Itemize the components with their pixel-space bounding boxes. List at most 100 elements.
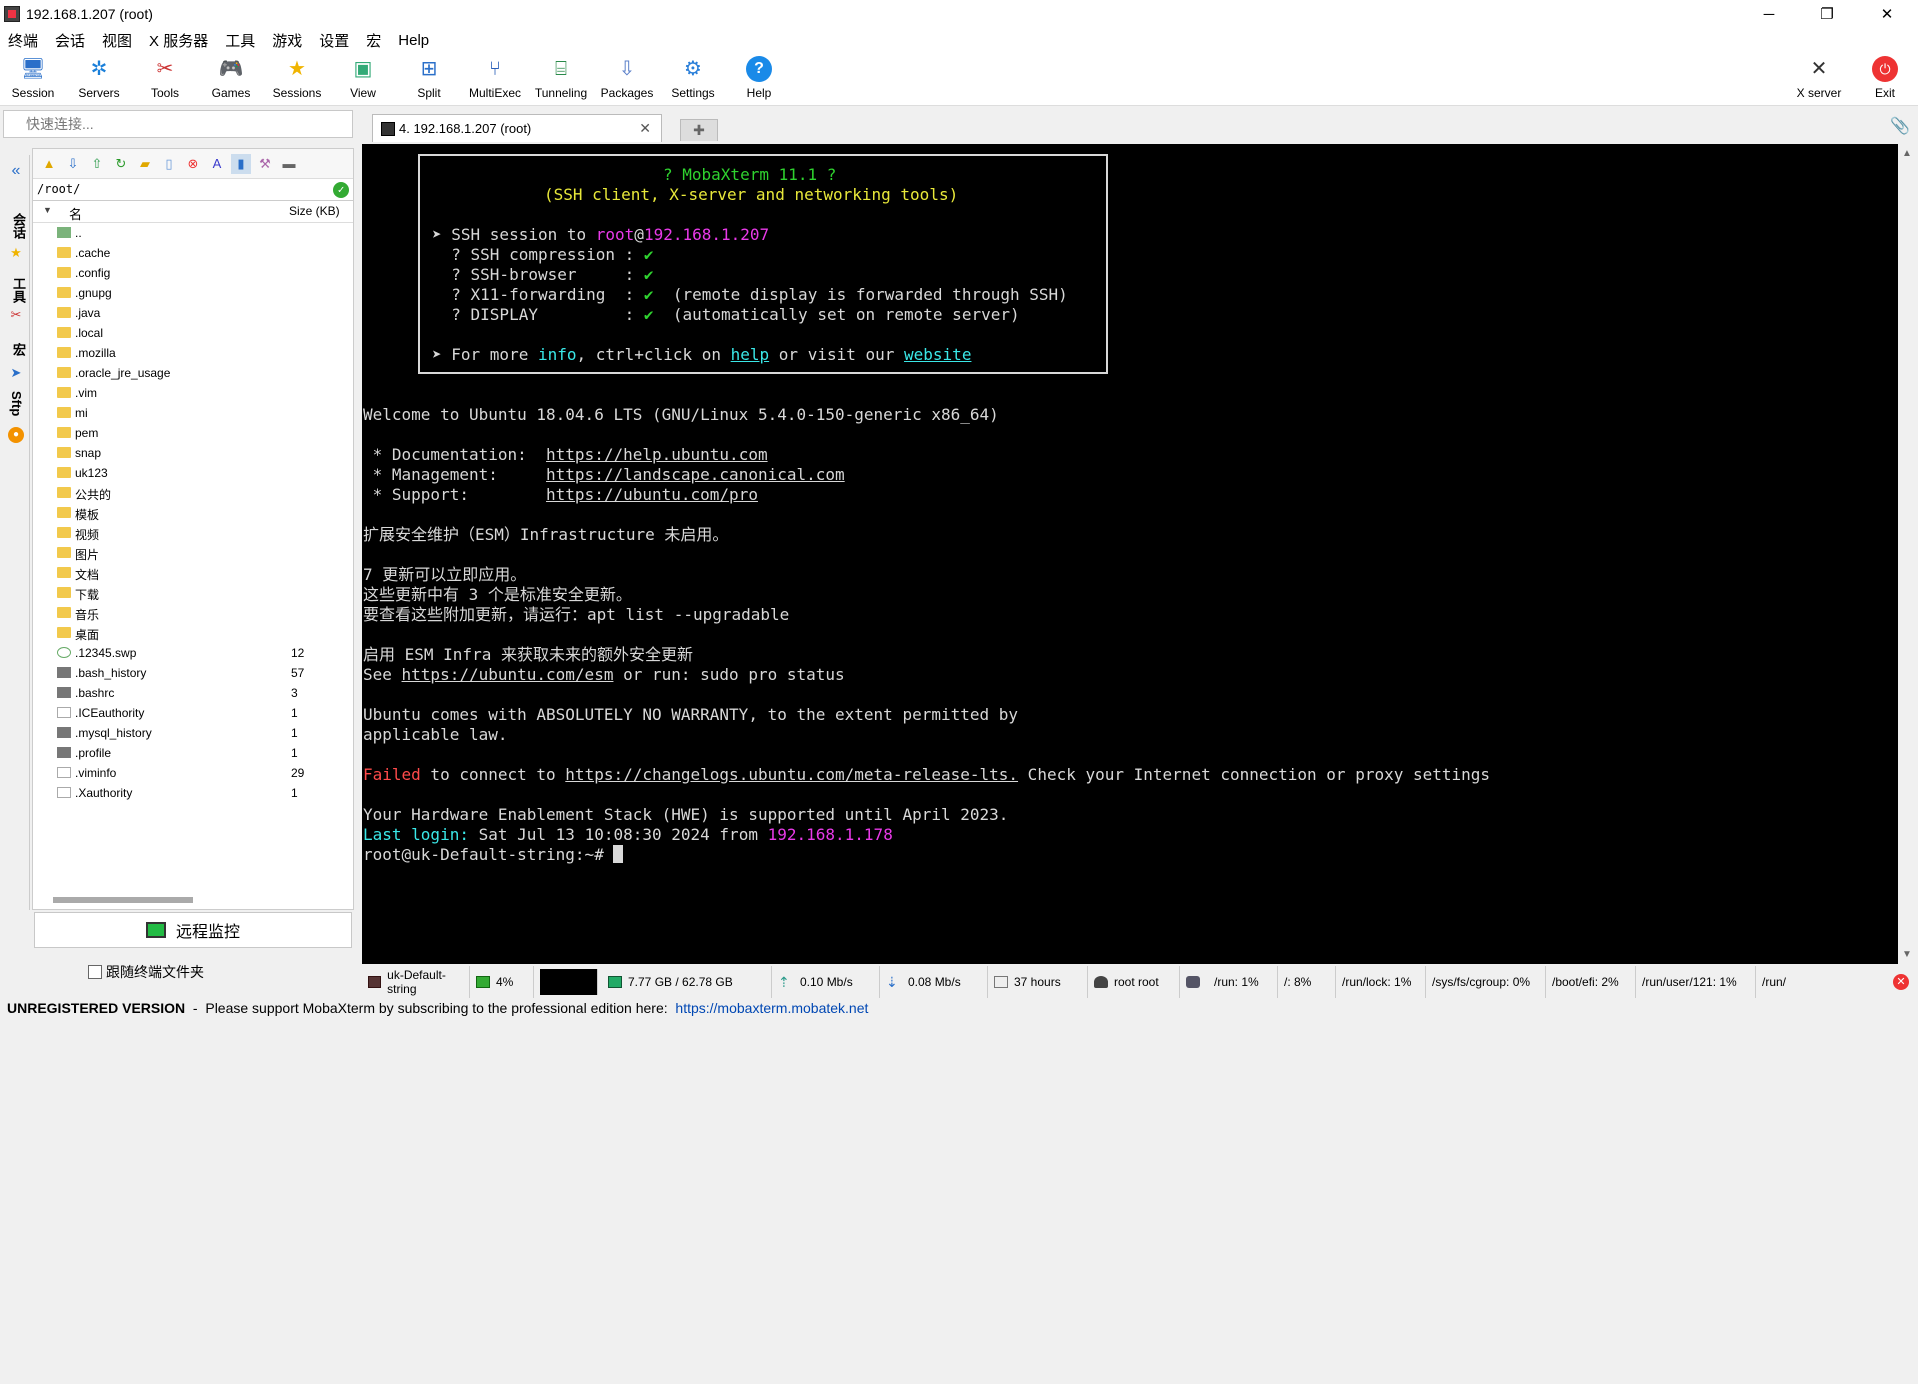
toolbar-games-button[interactable]: 🎮 Games — [198, 56, 264, 100]
column-name[interactable]: 名 — [69, 204, 82, 223]
new-file-icon[interactable]: ▯ — [159, 154, 179, 174]
toolbar-split-button[interactable]: ⊞ Split — [396, 56, 462, 100]
permissions-icon[interactable]: ⚒ — [255, 154, 275, 174]
side-tab-tools[interactable]: 工具 — [9, 277, 28, 303]
help-link[interactable]: help — [731, 345, 770, 364]
file-row[interactable]: mi — [33, 403, 353, 423]
side-tab-macros[interactable]: 宏 — [9, 343, 28, 356]
menu-help[interactable]: Help — [390, 32, 438, 49]
file-row[interactable]: .bash_history 57 — [33, 663, 353, 683]
file-row[interactable]: 文档 — [33, 563, 353, 583]
file-row[interactable]: 公共的 — [33, 483, 353, 503]
path-ok-icon[interactable]: ✓ — [333, 182, 349, 198]
follow-terminal-folder[interactable]: 跟随终端文件夹 — [88, 962, 204, 982]
collapse-sidebar-icon[interactable]: « — [8, 163, 24, 179]
changelogs-link[interactable]: https://changelogs.ubuntu.com/meta-relea… — [565, 765, 1018, 784]
file-row[interactable]: .cache — [33, 243, 353, 263]
tab-close-icon[interactable]: ✕ — [639, 120, 651, 137]
prompt-line[interactable]: root@uk-Default-string:~# — [363, 845, 624, 865]
side-tab-sftp[interactable]: Sftp — [9, 391, 24, 416]
tab-session-4[interactable]: 4. 192.168.1.207 (root) ✕ — [372, 114, 662, 142]
toolbar-view-button[interactable]: ▣ View — [330, 56, 396, 100]
menu-games[interactable]: 游戏 — [264, 30, 311, 51]
remote-monitor-button[interactable]: 远程监控 — [34, 912, 352, 948]
attach-icon[interactable]: 📎 — [1890, 116, 1910, 136]
info-link[interactable]: info — [538, 345, 577, 364]
quick-connect-input[interactable]: 快速连接... — [3, 110, 353, 138]
file-row[interactable]: .mozilla — [33, 343, 353, 363]
menu-terminal[interactable]: 终端 — [0, 30, 47, 51]
file-row[interactable]: 下载 — [33, 583, 353, 603]
close-window-button[interactable]: ✕ — [1858, 0, 1916, 28]
delete-icon[interactable]: ⊗ — [183, 154, 203, 174]
status-close-icon[interactable]: ✕ — [1893, 974, 1909, 990]
new-folder-icon[interactable]: ▰ — [135, 154, 155, 174]
esm-link[interactable]: https://ubuntu.com/esm — [402, 665, 614, 684]
documentation-link[interactable]: https://help.ubuntu.com — [546, 445, 768, 464]
menu-macros[interactable]: 宏 — [358, 30, 390, 51]
file-row[interactable]: snap — [33, 443, 353, 463]
minimize-button[interactable]: ─ — [1740, 0, 1798, 28]
file-row[interactable]: .ICEauthority 1 — [33, 703, 353, 723]
file-row[interactable]: .profile 1 — [33, 743, 353, 763]
follow-terminal-checkbox[interactable] — [88, 965, 102, 979]
support-link[interactable]: https://ubuntu.com/pro — [546, 485, 758, 504]
toolbar-sessions-button[interactable]: ★ Sessions — [264, 56, 330, 100]
toolbar-multiexec-button[interactable]: ⑂ MultiExec — [462, 56, 528, 100]
toolbar-servers-button[interactable]: ✲ Servers — [66, 56, 132, 100]
file-row[interactable]: 图片 — [33, 543, 353, 563]
file-row[interactable]: .java — [33, 303, 353, 323]
file-row[interactable]: .. — [33, 223, 353, 243]
menu-xserver[interactable]: X 服务器 — [141, 30, 217, 51]
toolbar-settings-button[interactable]: ⚙ Settings — [660, 56, 726, 100]
terminal-small-icon[interactable]: ▬ — [279, 154, 299, 174]
menu-view[interactable]: 视图 — [94, 30, 141, 51]
file-row[interactable]: .local — [33, 323, 353, 343]
parent-folder-icon[interactable]: ▲ — [39, 154, 59, 174]
file-row[interactable]: .oracle_jre_usage — [33, 363, 353, 383]
scroll-up-icon[interactable]: ▲ — [1902, 148, 1912, 159]
toolbar-exit-button[interactable]: ⏻ Exit — [1852, 56, 1918, 100]
file-list-hscrollbar[interactable] — [53, 897, 193, 903]
toolbar-tools-button[interactable]: ✂ Tools — [132, 56, 198, 100]
terminal-view[interactable]: ? MobaXterm 11.1 ? (SSH client, X-server… — [362, 144, 1898, 964]
menu-sessions[interactable]: 会话 — [47, 30, 94, 51]
file-row[interactable]: 模板 — [33, 503, 353, 523]
disk-icon — [1186, 976, 1200, 988]
toolbar-session-button[interactable]: 🖥 Session — [0, 56, 66, 100]
rename-icon[interactable]: A — [207, 154, 227, 174]
mobatek-link[interactable]: https://mobaxterm.mobatek.net — [675, 1000, 868, 1016]
file-row[interactable]: 视频 — [33, 523, 353, 543]
file-row[interactable]: .mysql_history 1 — [33, 723, 353, 743]
file-row[interactable]: .config — [33, 263, 353, 283]
management-link[interactable]: https://landscape.canonical.com — [546, 465, 845, 484]
upload-file-icon[interactable]: ⇧ — [87, 154, 107, 174]
column-size[interactable]: Size (KB) — [289, 204, 340, 218]
file-row[interactable]: uk123 — [33, 463, 353, 483]
toolbar-tunneling-button[interactable]: ⌸ Tunneling — [528, 56, 594, 100]
refresh-icon[interactable]: ↻ — [111, 154, 131, 174]
scroll-down-icon[interactable]: ▼ — [1902, 949, 1912, 960]
menu-settings[interactable]: 设置 — [311, 30, 358, 51]
file-row[interactable]: 桌面 — [33, 623, 353, 643]
file-row[interactable]: pem — [33, 423, 353, 443]
menu-tools[interactable]: 工具 — [217, 30, 264, 51]
download-file-icon[interactable]: ⇩ — [63, 154, 83, 174]
toolbar-help-button[interactable]: ? Help — [726, 56, 792, 100]
edit-icon[interactable]: ▮ — [231, 153, 251, 174]
toolbar-xserver-button[interactable]: ✕ X server — [1786, 56, 1852, 100]
restore-button[interactable]: ❐ — [1798, 0, 1856, 28]
file-row[interactable]: .gnupg — [33, 283, 353, 303]
file-row[interactable]: .Xauthority 1 — [33, 783, 353, 803]
terminal-scrollbar[interactable]: ▲ ▼ — [1898, 144, 1918, 964]
file-row[interactable]: .bashrc 3 — [33, 683, 353, 703]
side-tab-sessions[interactable]: 会话 — [9, 213, 28, 239]
file-row[interactable]: .12345.swp 12 — [33, 643, 353, 663]
new-tab-button[interactable]: ✚ — [680, 119, 718, 141]
file-row[interactable]: 音乐 — [33, 603, 353, 623]
file-row[interactable]: .vim — [33, 383, 353, 403]
path-field[interactable]: /root/ ✓ — [33, 179, 353, 201]
toolbar-packages-button[interactable]: ⇩ Packages — [594, 56, 660, 100]
website-link[interactable]: website — [904, 345, 971, 364]
file-row[interactable]: .viminfo 29 — [33, 763, 353, 783]
